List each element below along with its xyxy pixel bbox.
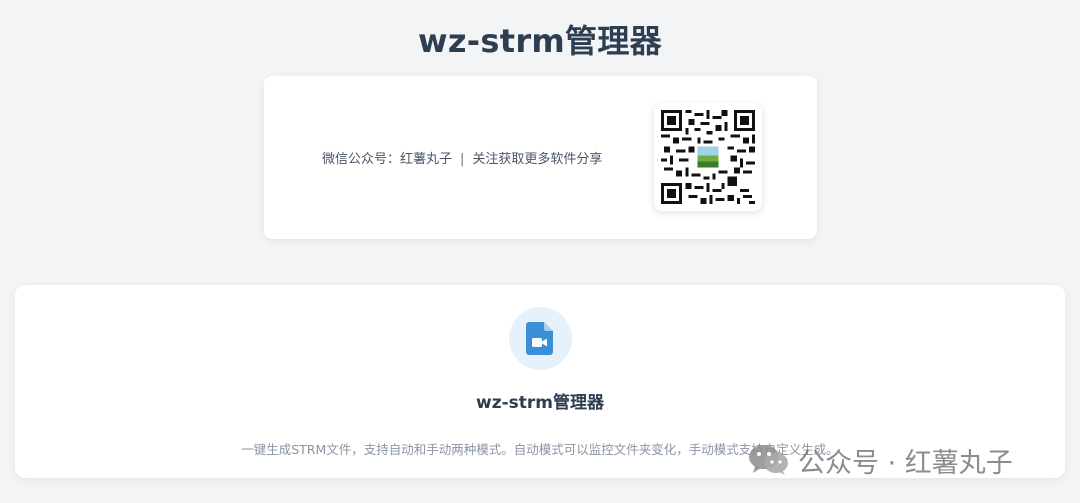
tool-title: wz-strm管理器 [476, 393, 604, 413]
wechat-account-label: 微信公众号：红薯丸子 [322, 152, 453, 167]
tool-icon-badge [509, 307, 572, 370]
separator: | [460, 152, 465, 167]
promo-slogan: 关注获取更多软件分享 [472, 152, 603, 167]
watermark: 公众号 · 红薯丸子 [748, 440, 1013, 480]
qr-code [654, 103, 762, 211]
qr-code-icon [661, 110, 755, 204]
wechat-icon [749, 445, 788, 475]
video-file-icon [526, 322, 553, 355]
watermark-text: 公众号 · 红薯丸子 [798, 447, 1013, 479]
page-title: wz-strm管理器 [418, 22, 662, 60]
promo-card: 微信公众号：红薯丸子 | 关注获取更多软件分享 [264, 76, 817, 239]
promo-text: 微信公众号：红薯丸子 | 关注获取更多软件分享 [322, 148, 602, 167]
